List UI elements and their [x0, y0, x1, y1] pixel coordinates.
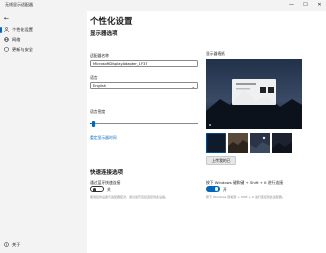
keyboard-shortcut-toggle[interactable]: [206, 186, 220, 192]
bluetooth-toggle[interactable]: [90, 186, 104, 192]
bluetooth-toggle-state: 关: [107, 187, 111, 192]
maximize-button[interactable]: ☐: [299, 0, 312, 11]
sidebar-item-network[interactable]: 网络: [0, 35, 87, 45]
quick-connect-heading: 快速连接选项: [90, 170, 124, 176]
wallpaper-preview: [206, 59, 302, 129]
adapter-name-value: MicrosoftDisplayAdapter_1F37: [93, 62, 148, 66]
wallpaper-thumbnail[interactable]: [228, 133, 248, 153]
minimize-button[interactable]: —: [285, 0, 298, 11]
sidebar-item-personalization[interactable]: 个性化设置: [0, 25, 87, 35]
wallpaper-preview-image: [206, 59, 302, 129]
sidebar-item-label: 更新与安全: [12, 47, 33, 52]
shield-icon: [4, 47, 9, 52]
wallpaper-label: 显示器墙纸: [206, 51, 225, 56]
window-title: 无线显示适配器: [5, 2, 33, 7]
sidebar-item-label: 个性化设置: [12, 27, 33, 32]
sidebar-item-about[interactable]: 关于: [0, 240, 87, 250]
density-label: 语言密度: [90, 109, 106, 114]
toggle-knob: [214, 187, 219, 191]
density-slider-thumb[interactable]: [92, 120, 95, 127]
about-label: 关于: [12, 242, 21, 247]
wallpaper-thumbnail[interactable]: [250, 133, 270, 153]
sidebar-item-label: 网络: [12, 37, 21, 42]
upload-wallpaper-button[interactable]: 上传我的已: [206, 156, 236, 165]
close-button[interactable]: ✕: [313, 0, 326, 11]
sidebar: ← 个性化设置 网络 更新与安全 关于: [0, 11, 87, 253]
info-icon: [4, 242, 9, 247]
globe-icon: [4, 37, 9, 42]
app-window: 无线显示适配器 — ☐ ✕ ← 个性化设置 网络 更新与安全 关于 个性化设置 …: [0, 0, 326, 253]
back-arrow-icon[interactable]: ←: [4, 15, 9, 22]
language-dropdown[interactable]: English ⌄: [90, 82, 198, 89]
keyboard-toggle-state: 开: [223, 187, 227, 192]
sidebar-item-update-security[interactable]: 更新与安全: [0, 45, 87, 55]
reset-time-link[interactable]: 重定显示器时间: [90, 135, 117, 141]
language-value: English: [93, 84, 106, 88]
language-label: 语言: [90, 75, 98, 80]
wallpaper-thumbnail[interactable]: [272, 133, 292, 153]
adapter-name-input[interactable]: MicrosoftDisplayAdapter_1F37: [90, 60, 198, 67]
title-bar: 无线显示适配器 — ☐ ✕: [0, 0, 326, 11]
content-pane: 个性化设置 显示器选项 适配器名称 MicrosoftDisplayAdapte…: [87, 11, 326, 253]
person-icon: [4, 27, 9, 32]
chevron-down-icon: ⌄: [191, 83, 195, 89]
bluetooth-description: 使用您的设备与适配器配对，通过蓝牙直接连接到此设备。: [90, 195, 169, 199]
selected-indicator: [0, 27, 2, 33]
keyboard-description: 按下 Windows 键和键 + Shift + K 进行连接到此适配器。: [206, 195, 285, 199]
wallpaper-thumbnail[interactable]: [206, 133, 226, 153]
toggle-knob: [92, 188, 97, 192]
display-section-heading: 显示器选项: [90, 31, 118, 37]
adapter-name-label: 适配器名称: [90, 53, 109, 58]
density-slider[interactable]: [90, 120, 198, 127]
page-title: 个性化设置: [90, 17, 133, 27]
